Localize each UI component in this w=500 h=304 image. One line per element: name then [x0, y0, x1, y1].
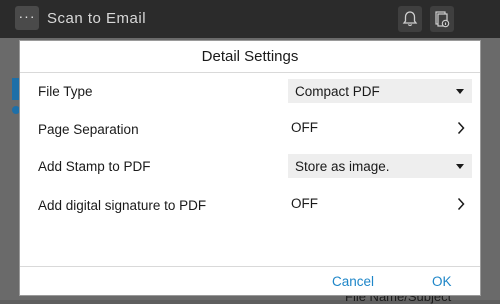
add-stamp-label: Add Stamp to PDF: [38, 159, 151, 174]
page-separation-label: Page Separation: [38, 122, 139, 137]
caret-down-icon: [456, 89, 464, 94]
file-type-label: File Type: [38, 84, 93, 99]
page-separation-value: OFF: [291, 120, 318, 135]
dialog-title: Detail Settings: [201, 48, 299, 65]
divider: [20, 266, 480, 267]
ok-button[interactable]: OK: [432, 274, 452, 289]
detail-settings-dialog: Detail Settings File Type Compact PDF Pa…: [19, 40, 481, 296]
divider: [20, 72, 480, 73]
add-stamp-dropdown[interactable]: Store as image.: [288, 154, 472, 178]
bell-icon[interactable]: [398, 6, 422, 32]
menu-button[interactable]: ···: [15, 6, 39, 30]
file-type-value: Compact PDF: [295, 84, 380, 99]
digital-signature-value: OFF: [291, 196, 318, 211]
caret-down-icon: [456, 164, 464, 169]
document-info-icon[interactable]: [430, 6, 454, 32]
page-separation-setting[interactable]: OFF: [288, 116, 472, 140]
add-stamp-value: Store as image.: [295, 159, 390, 174]
chevron-right-icon: [457, 197, 465, 211]
chevron-right-icon: [457, 121, 465, 135]
file-type-dropdown[interactable]: Compact PDF: [288, 79, 472, 103]
digital-signature-setting[interactable]: OFF: [288, 192, 472, 216]
digital-signature-label: Add digital signature to PDF: [38, 198, 207, 213]
top-bar: ··· Scan to Email: [0, 0, 500, 38]
cancel-button[interactable]: Cancel: [332, 274, 374, 289]
app-title: Scan to Email: [47, 10, 147, 27]
